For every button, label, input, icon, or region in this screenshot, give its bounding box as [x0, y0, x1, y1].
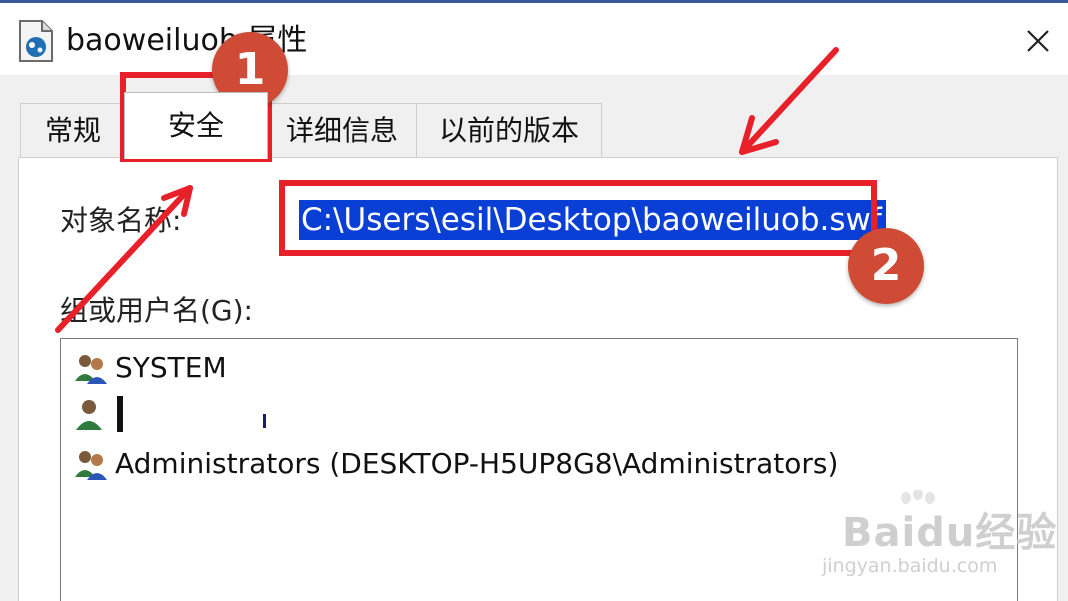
- watermark-url: jingyan.baidu.com: [822, 555, 998, 577]
- watermark-brand: Baidu经验: [842, 510, 1058, 556]
- arrow-to-path: [739, 47, 839, 155]
- arrow-to-tab: [55, 185, 193, 333]
- tab-security[interactable]: 安全: [124, 92, 268, 159]
- step-badge-2: 2: [848, 228, 924, 304]
